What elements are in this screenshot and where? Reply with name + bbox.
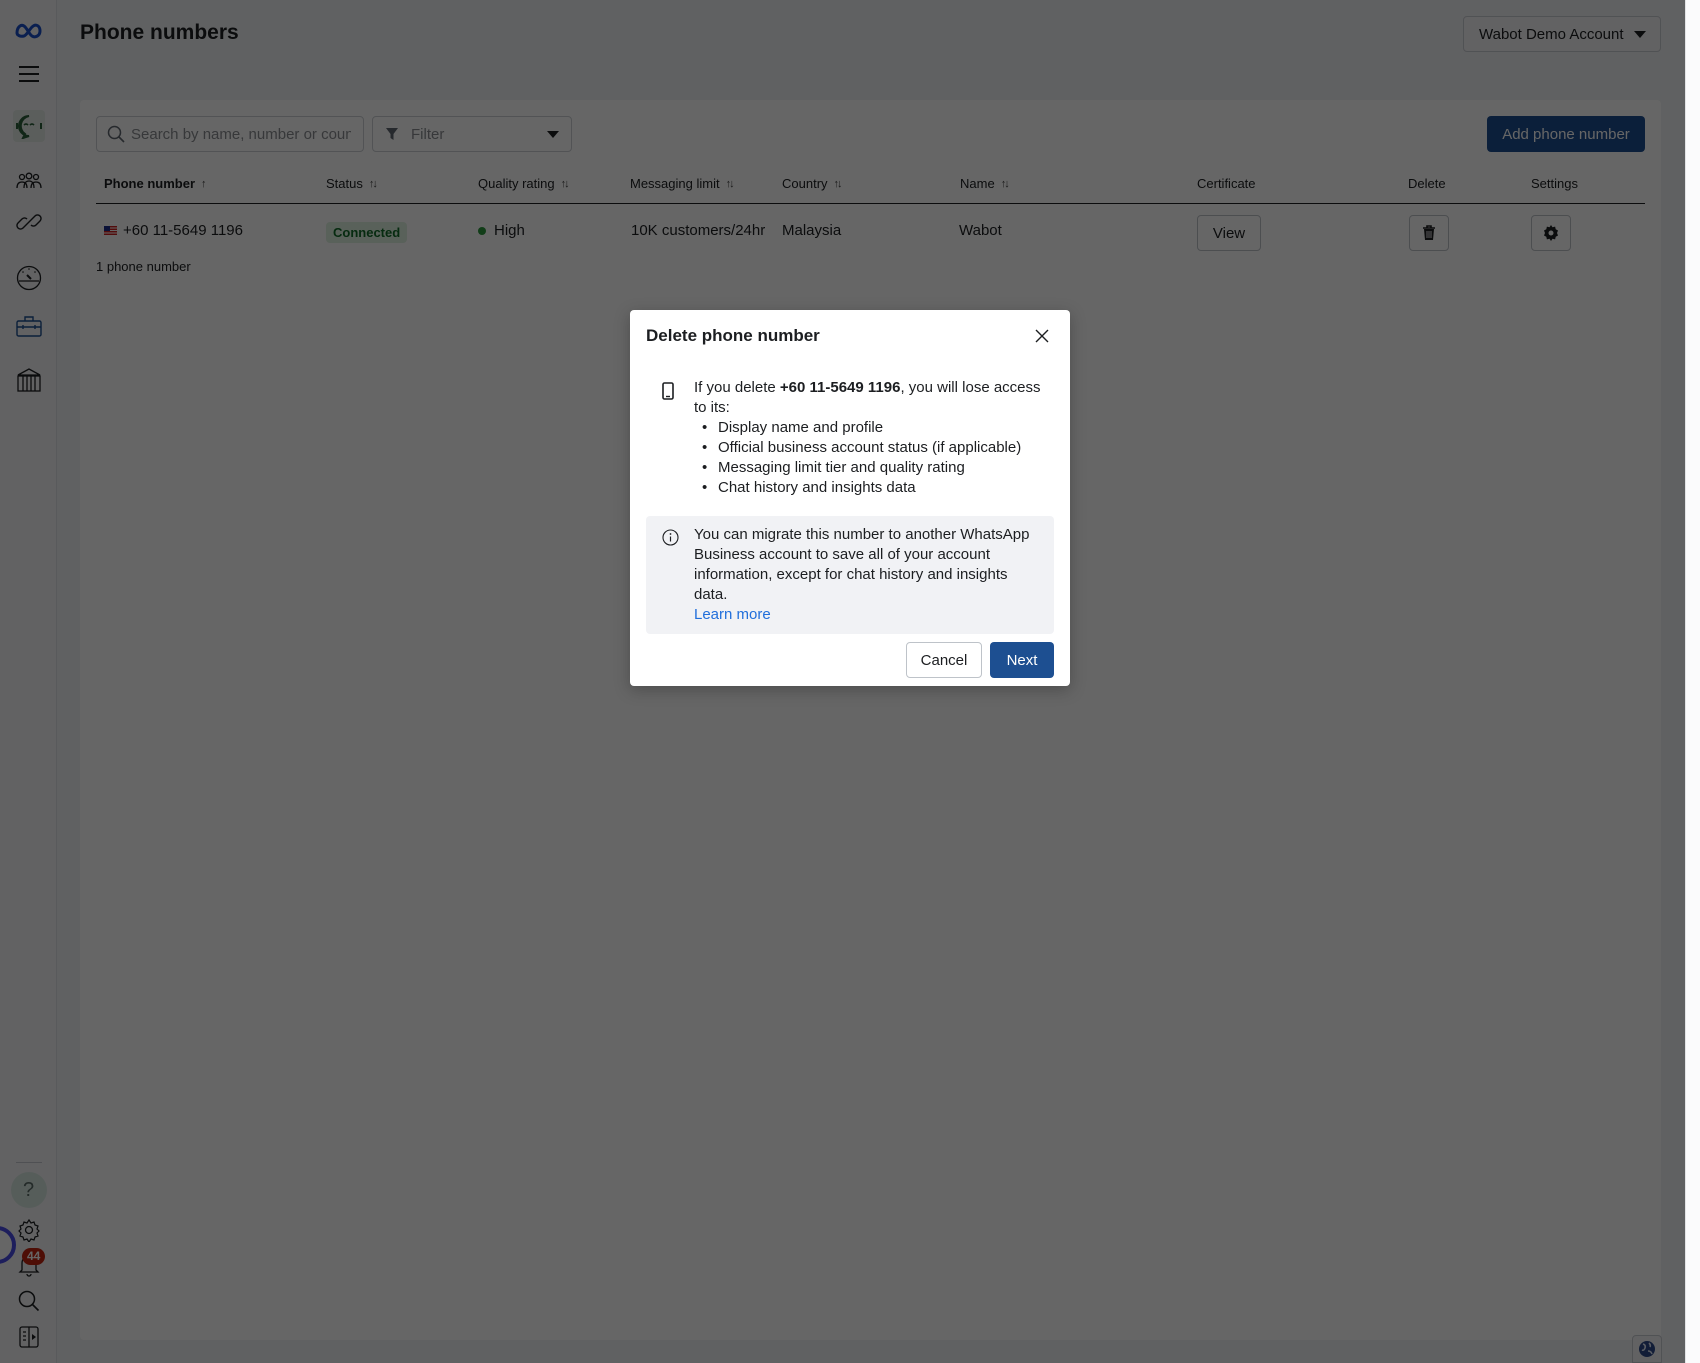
migration-info-box: You can migrate this number to another W…	[646, 516, 1054, 634]
scrollbar-track[interactable]	[1685, 0, 1700, 1363]
info-icon	[662, 529, 679, 546]
dialog-title: Delete phone number	[646, 326, 820, 345]
close-icon	[1035, 329, 1049, 343]
mobile-phone-icon	[662, 382, 674, 400]
loss-list-item: Messaging limit tier and quality rating	[694, 458, 1054, 478]
loss-list-item: Official business account status (if app…	[694, 438, 1054, 458]
warning-phone-number: +60 11-5649 1196	[779, 379, 901, 396]
delete-warning: If you delete +60 11-5649 1196, you will…	[646, 378, 1054, 498]
loss-list-item: Display name and profile	[694, 418, 1054, 438]
close-button[interactable]	[1032, 326, 1052, 346]
delete-phone-number-dialog: Delete phone number If you delete +60 11…	[630, 310, 1070, 686]
cancel-button[interactable]: Cancel	[906, 642, 982, 678]
migration-info-text: You can migrate this number to another W…	[694, 526, 1030, 603]
loss-list: Display name and profile Official busine…	[694, 418, 1054, 498]
warning-text: If you delete +60 11-5649 1196, you will…	[694, 379, 1041, 416]
next-button[interactable]: Next	[990, 642, 1054, 678]
learn-more-link[interactable]: Learn more	[694, 606, 771, 623]
loss-list-item: Chat history and insights data	[694, 478, 1054, 498]
